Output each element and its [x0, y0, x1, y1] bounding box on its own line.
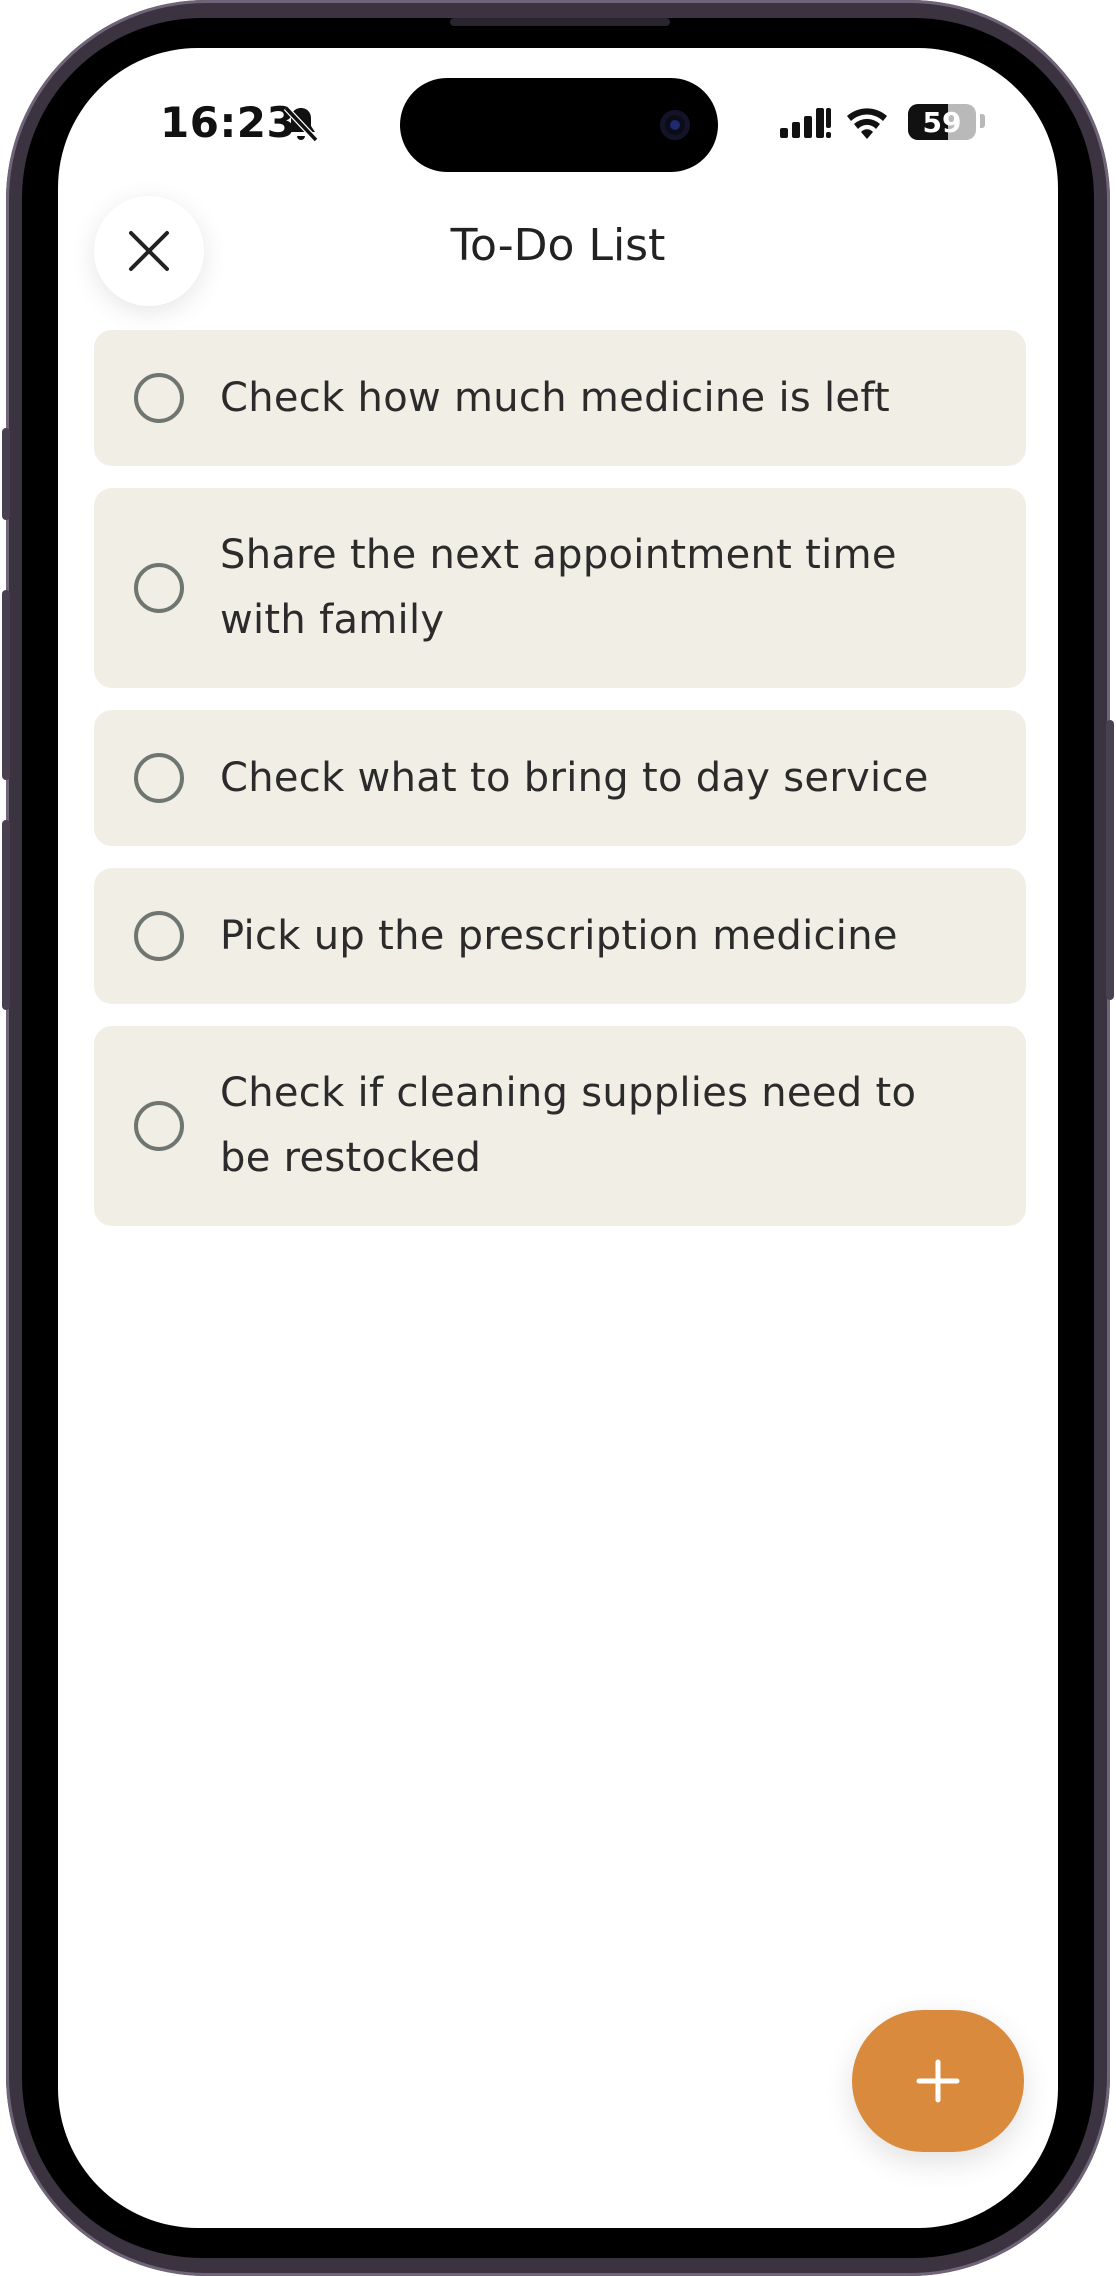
todo-label: Check what to bring to day service: [220, 754, 929, 801]
wifi-icon: [847, 108, 887, 139]
front-camera: [660, 110, 690, 140]
todo-item[interactable]: Check if cleaning supplies need to be re…: [94, 1026, 1026, 1226]
todo-label: Check how much medicine is left: [220, 374, 891, 421]
battery-tip: [980, 114, 985, 128]
todo-checkbox[interactable]: [134, 753, 184, 803]
battery-level: 59: [922, 106, 962, 139]
todo-checkbox[interactable]: [134, 563, 184, 613]
phone-side-button: [2, 428, 10, 520]
status-time: 16:23: [160, 98, 297, 147]
plus-icon: [916, 2059, 960, 2103]
add-todo-button[interactable]: [852, 2010, 1024, 2152]
todo-item[interactable]: Share the next appointment time with fam…: [94, 488, 1026, 688]
bell-muted-icon: [283, 105, 319, 143]
todo-item[interactable]: Check how much medicine is left: [94, 330, 1026, 466]
todo-label: Check if cleaning supplies need to be re…: [220, 1070, 917, 1181]
phone-side-button: [2, 820, 10, 1010]
todo-label: Pick up the prescription medicine: [220, 912, 898, 959]
todo-item[interactable]: Check what to bring to day service: [94, 710, 1026, 846]
signal-icon: [780, 108, 831, 138]
phone-side-button: [1106, 720, 1114, 1000]
todo-checkbox[interactable]: [134, 1101, 184, 1151]
todo-item[interactable]: Pick up the prescription medicine: [94, 868, 1026, 1004]
page-title: To-Do List: [450, 220, 666, 271]
dynamic-island: [400, 78, 718, 172]
battery-icon: 59: [908, 104, 976, 140]
screen: 16:23 59 To-Do List Check how much medic…: [58, 48, 1058, 2228]
phone-side-button: [2, 590, 10, 780]
speaker-slot: [450, 18, 670, 26]
todo-checkbox[interactable]: [134, 373, 184, 423]
todo-label: Share the next appointment time with fam…: [220, 532, 897, 643]
todo-checkbox[interactable]: [134, 911, 184, 961]
todo-list: Check how much medicine is left Share th…: [94, 330, 1026, 1248]
